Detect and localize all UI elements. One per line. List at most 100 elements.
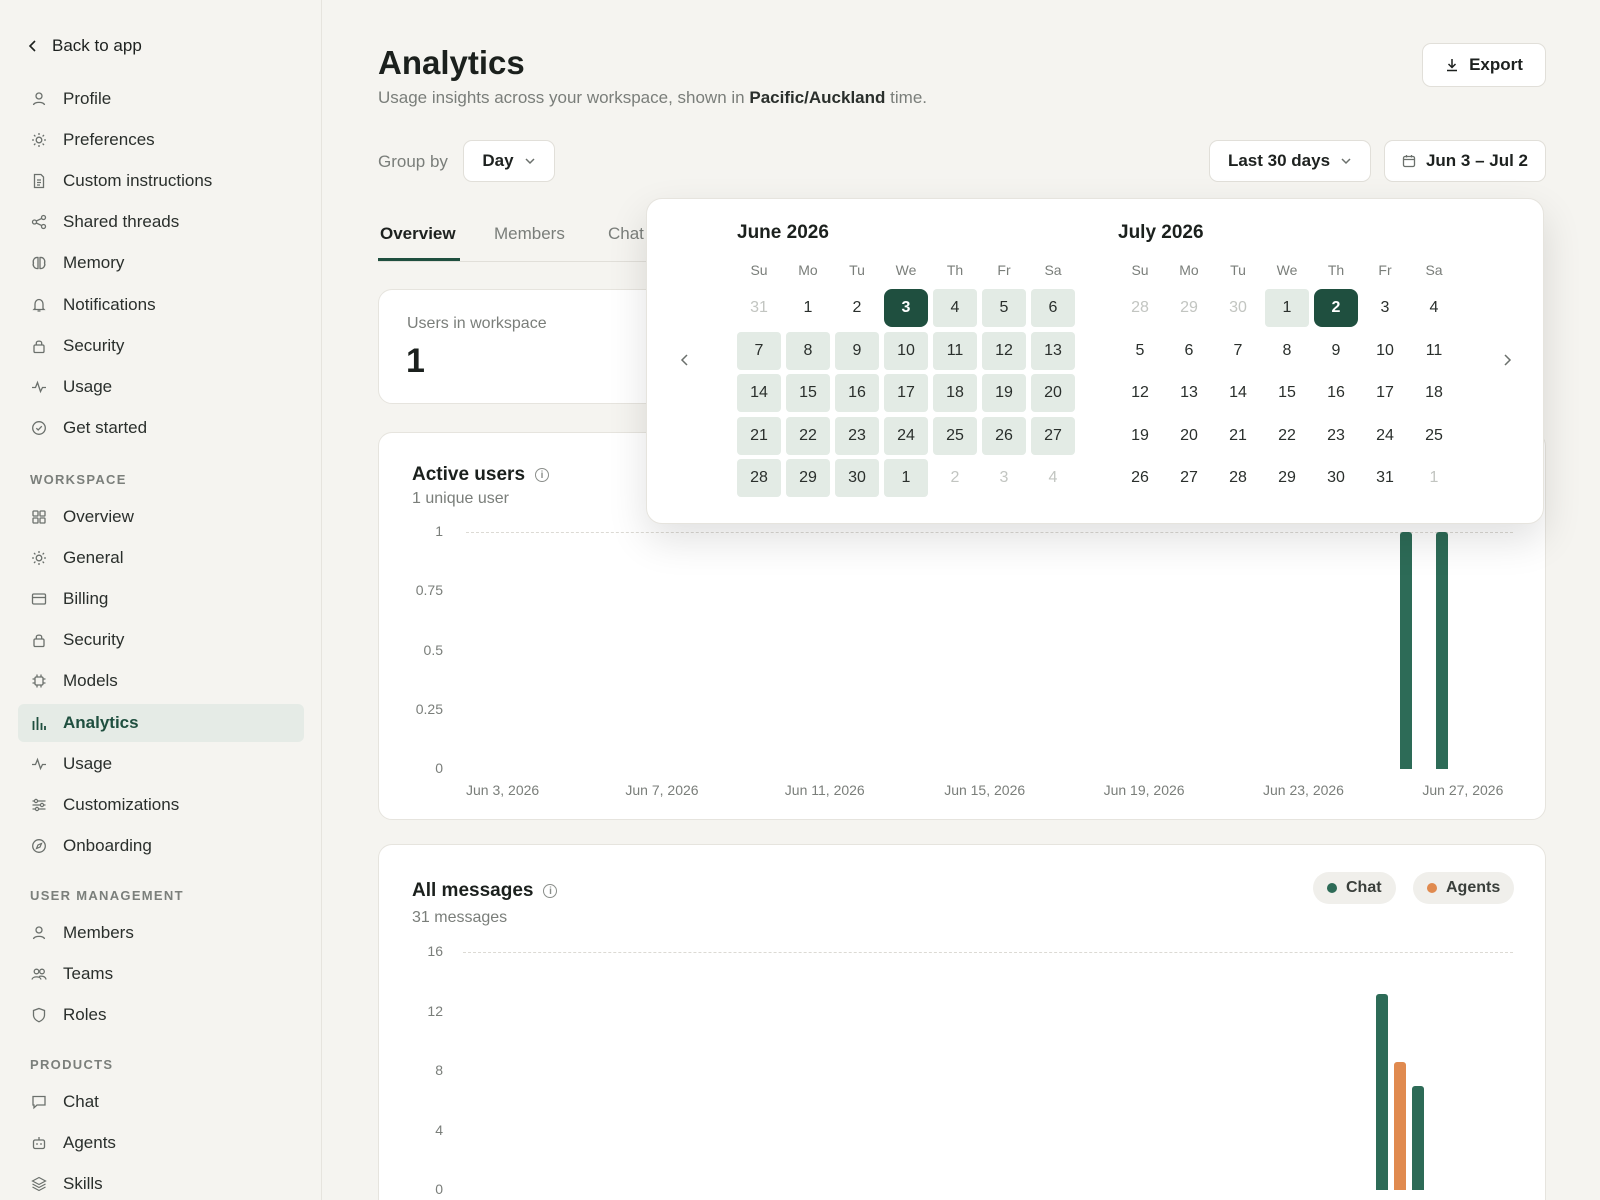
sidebar-item-customizations[interactable]: Customizations: [18, 786, 304, 824]
calendar-day[interactable]: 8: [786, 331, 830, 370]
calendar-day[interactable]: 21: [1216, 417, 1260, 455]
calendar-day[interactable]: 28: [737, 459, 781, 497]
calendar-day[interactable]: 3: [982, 459, 1026, 497]
calendar-day[interactable]: 23: [835, 416, 879, 455]
tab-overview[interactable]: Overview: [380, 224, 456, 244]
sidebar-item-custom-instructions[interactable]: Custom instructions: [18, 162, 304, 200]
sidebar-item-general[interactable]: General: [18, 539, 304, 577]
calendar-day[interactable]: 24: [884, 416, 928, 455]
sidebar-item-billing[interactable]: Billing: [18, 580, 304, 618]
sidebar-item-models[interactable]: Models: [18, 662, 304, 700]
calendar-day[interactable]: 28: [1118, 289, 1162, 327]
calendar-day[interactable]: 22: [786, 416, 830, 455]
calendar-day[interactable]: 18: [1412, 374, 1456, 412]
calendar-day[interactable]: 17: [884, 374, 928, 412]
calendar-day[interactable]: 1: [1265, 289, 1309, 327]
calendar-day[interactable]: 4: [933, 289, 977, 327]
sidebar-item-memory[interactable]: Memory: [18, 244, 304, 282]
sidebar-item-chat[interactable]: Chat: [18, 1083, 304, 1121]
calendar-day[interactable]: 26: [1118, 459, 1162, 497]
calendar-day[interactable]: 12: [982, 331, 1026, 370]
calendar-day[interactable]: 29: [1167, 289, 1211, 327]
agents-bar[interactable]: [1393, 1062, 1406, 1190]
calendar-day[interactable]: 29: [786, 459, 830, 497]
sidebar-item-agents[interactable]: Agents: [18, 1124, 304, 1162]
group-by-select[interactable]: Day: [463, 140, 555, 182]
calendar-day[interactable]: 2: [933, 459, 977, 497]
calendar-day[interactable]: 16: [1314, 374, 1358, 412]
calendar-day[interactable]: 27: [1031, 416, 1075, 455]
calendar-day[interactable]: 4: [1031, 459, 1075, 497]
calendar-day[interactable]: 2: [835, 289, 879, 327]
calendar-day[interactable]: 26: [982, 416, 1026, 455]
export-button[interactable]: Export: [1422, 43, 1546, 87]
calendar-day[interactable]: 31: [737, 289, 781, 327]
calendar-day-selected[interactable]: 3: [884, 289, 928, 327]
calendar-day[interactable]: 13: [1167, 374, 1211, 412]
calendar-day[interactable]: 5: [982, 289, 1026, 327]
sidebar-item-preferences[interactable]: Preferences: [18, 121, 304, 159]
sidebar-item-shared-threads[interactable]: Shared threads: [18, 203, 304, 241]
sidebar-item-security[interactable]: Security: [18, 621, 304, 659]
calendar-day[interactable]: 14: [1216, 374, 1260, 412]
sidebar-item-roles[interactable]: Roles: [18, 996, 304, 1034]
sidebar-item-usage[interactable]: Usage: [18, 368, 304, 406]
legend-chat[interactable]: Chat: [1313, 872, 1396, 904]
calendar-day[interactable]: 20: [1167, 417, 1211, 455]
calendar-day[interactable]: 14: [737, 374, 781, 412]
calendar-day[interactable]: 6: [1167, 332, 1211, 370]
sidebar-item-security[interactable]: Security: [18, 327, 304, 365]
bar[interactable]: [1435, 532, 1448, 769]
calendar-day[interactable]: 9: [1314, 332, 1358, 370]
sidebar-item-get-started[interactable]: Get started: [18, 409, 304, 447]
calendar-day[interactable]: 9: [835, 331, 879, 370]
calendar-day[interactable]: 21: [737, 416, 781, 455]
calendar-day[interactable]: 25: [933, 416, 977, 455]
calendar-day[interactable]: 27: [1167, 459, 1211, 497]
chat-bar[interactable]: [1375, 993, 1388, 1190]
calendar-day[interactable]: 11: [1412, 332, 1456, 370]
sidebar-item-analytics[interactable]: Analytics: [18, 703, 304, 742]
calendar-day[interactable]: 5: [1118, 332, 1162, 370]
tab-members[interactable]: Members: [494, 224, 565, 244]
calendar-day[interactable]: 17: [1363, 374, 1407, 412]
calendar-day[interactable]: 1: [1412, 459, 1456, 497]
calendar-day[interactable]: 18: [933, 374, 977, 412]
chat-bar[interactable]: [1411, 1085, 1424, 1190]
sidebar-item-profile[interactable]: Profile: [18, 80, 304, 118]
calendar-day[interactable]: 19: [982, 374, 1026, 412]
sidebar-item-notifications[interactable]: Notifications: [18, 286, 304, 324]
calendar-day[interactable]: 4: [1412, 289, 1456, 327]
back-to-app-link[interactable]: Back to app: [28, 36, 142, 56]
date-range-button[interactable]: Jun 3 – Jul 2: [1384, 140, 1546, 182]
info-icon[interactable]: i: [535, 468, 550, 482]
range-preset-select[interactable]: Last 30 days: [1209, 140, 1371, 182]
calendar-day[interactable]: 12: [1118, 374, 1162, 412]
previous-month-button[interactable]: [673, 348, 697, 372]
calendar-day[interactable]: 10: [884, 331, 928, 370]
calendar-day[interactable]: 1: [786, 289, 830, 327]
calendar-day[interactable]: 30: [835, 459, 879, 497]
sidebar-item-skills[interactable]: Skills: [18, 1165, 304, 1200]
bar[interactable]: [1399, 532, 1412, 769]
sidebar-item-usage[interactable]: Usage: [18, 745, 304, 783]
calendar-day[interactable]: 10: [1363, 332, 1407, 370]
calendar-day[interactable]: 13: [1031, 331, 1075, 370]
calendar-day[interactable]: 30: [1216, 289, 1260, 327]
sidebar-item-teams[interactable]: Teams: [18, 955, 304, 993]
calendar-day[interactable]: 16: [835, 374, 879, 412]
sidebar-item-members[interactable]: Members: [18, 914, 304, 952]
calendar-day[interactable]: 3: [1363, 289, 1407, 327]
calendar-day[interactable]: 29: [1265, 459, 1309, 497]
calendar-day[interactable]: 24: [1363, 417, 1407, 455]
sidebar-item-overview[interactable]: Overview: [18, 498, 304, 536]
sidebar-item-onboarding[interactable]: Onboarding: [18, 827, 304, 865]
calendar-day[interactable]: 20: [1031, 374, 1075, 412]
calendar-day-selected[interactable]: 2: [1314, 289, 1358, 327]
calendar-day[interactable]: 23: [1314, 417, 1358, 455]
calendar-day[interactable]: 7: [1216, 332, 1260, 370]
calendar-day[interactable]: 19: [1118, 417, 1162, 455]
tab-chat[interactable]: Chat: [608, 224, 644, 244]
calendar-day[interactable]: 6: [1031, 289, 1075, 327]
calendar-day[interactable]: 11: [933, 331, 977, 370]
